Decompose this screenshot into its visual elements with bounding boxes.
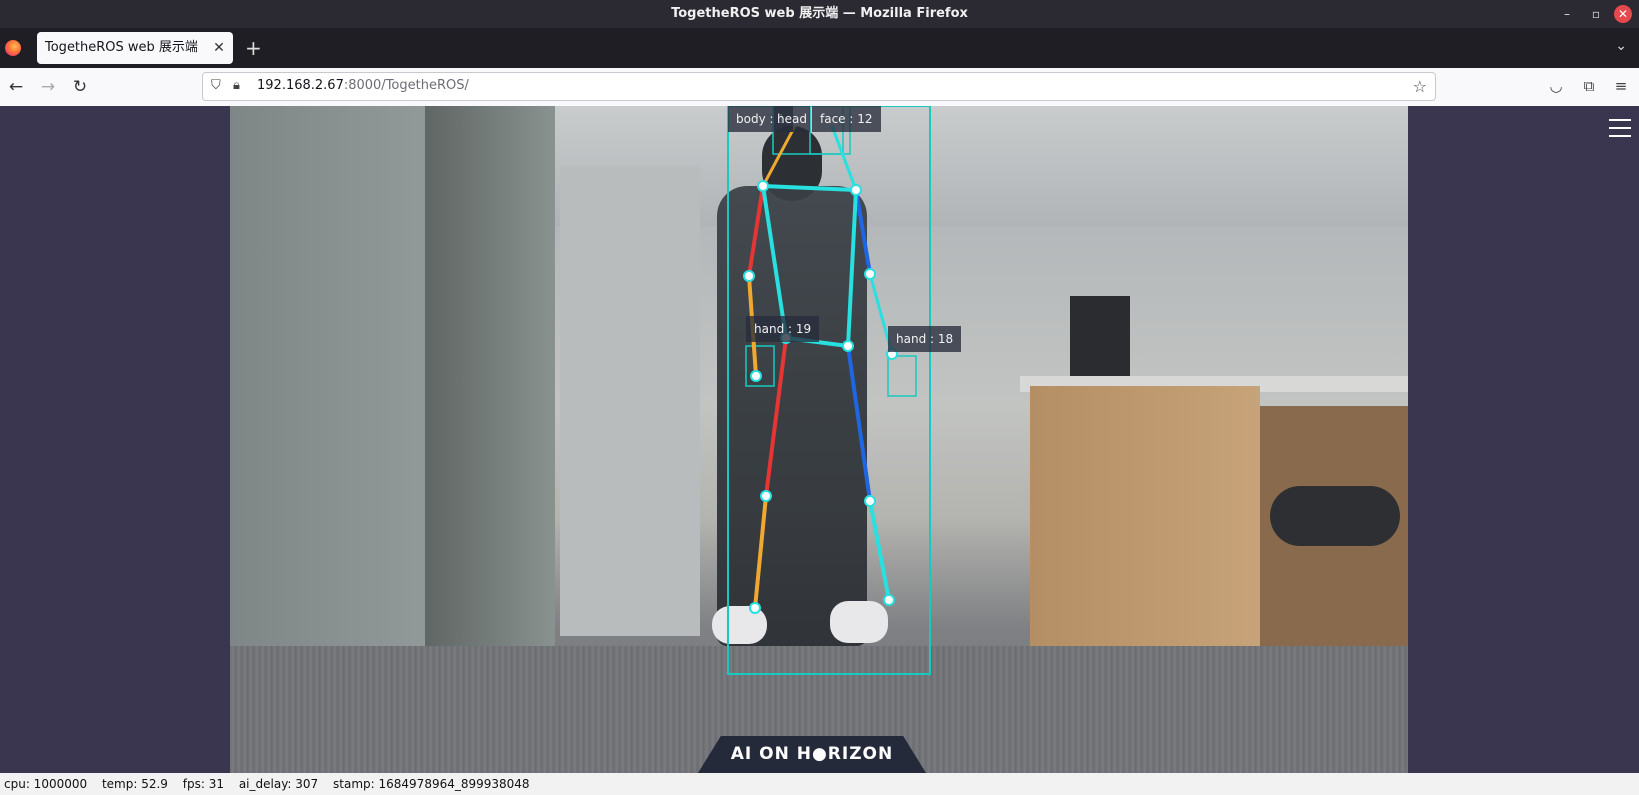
reload-button[interactable]: ↻ [69, 76, 91, 98]
hamburger-menu-icon[interactable] [1609, 119, 1631, 139]
kp-left-knee [760, 490, 772, 502]
ai-delay-status: ai_delay: 307 [238, 777, 319, 791]
camera-feed: body : 1 head face : 12 hand : 19 hand :… [230, 106, 1408, 773]
url-bar[interactable]: ⛉ 🔒︎ 192.168.2.67:8000/TogetheROS/ ☆ [202, 72, 1436, 101]
bookmark-star-icon[interactable]: ☆ [1413, 77, 1427, 96]
shoulder-line [762, 184, 857, 192]
tab-close-icon[interactable]: ✕ [211, 32, 227, 64]
kp-left-shoulder [757, 180, 769, 192]
horizon-logo: AI ON H●RIZON [698, 736, 926, 773]
neck-right-limb [830, 125, 858, 191]
keypoints [743, 180, 898, 614]
forward-button[interactable]: → [37, 76, 59, 98]
right-shin [868, 500, 891, 601]
kp-right-hip [842, 340, 854, 352]
restore-button[interactable]: ▫ [1587, 5, 1605, 23]
kp-left-wrist [750, 370, 762, 382]
firefox-icon [5, 40, 21, 56]
tab-title: TogetheROS web 展示端 [45, 40, 198, 55]
shield-icon[interactable]: ⛉ [211, 78, 221, 93]
url-path: :8000/TogetheROS/ [343, 78, 469, 93]
url-host: 192.168.2.67 [257, 78, 344, 93]
fps-status: fps: 31 [182, 777, 224, 791]
kp-left-elbow [743, 270, 755, 282]
cpu-status: cpu: 1000000 [4, 777, 88, 791]
right-thigh [846, 345, 872, 502]
neck-left-limb [761, 125, 797, 187]
kp-right-ankle [883, 594, 895, 606]
new-tab-button[interactable]: + [245, 36, 262, 60]
back-button[interactable]: ← [5, 76, 27, 98]
tab-bar: TogetheROS web 展示端 ✕ + ⌄ [0, 28, 1639, 68]
list-tabs-icon[interactable]: ⌄ [1615, 38, 1627, 54]
right-hand-label: hand : 18 [888, 326, 962, 352]
page-content: body : 1 head face : 12 hand : 19 hand :… [0, 106, 1639, 773]
left-shin [753, 495, 768, 609]
kp-right-elbow [864, 268, 876, 280]
window-title: TogetheROS web 展示端 — Mozilla Firefox [671, 6, 968, 21]
tab-togetheros[interactable]: TogetheROS web 展示端 ✕ [37, 32, 233, 64]
stamp-status: stamp: 1684978964_899938048 [333, 777, 530, 791]
url-text[interactable]: 192.168.2.67:8000/TogetheROS/ [257, 78, 469, 93]
nav-toolbar: ← → ↻ ⛉ 🔒︎ 192.168.2.67:8000/TogetheROS/… [0, 68, 1639, 107]
head-label: head [774, 106, 810, 132]
right-upper-arm [854, 189, 872, 275]
minimize-button[interactable]: – [1558, 5, 1576, 23]
kp-left-ankle [749, 602, 761, 614]
temp-status: temp: 52.9 [101, 777, 168, 791]
close-window-button[interactable]: ✕ [1614, 5, 1632, 23]
status-bar: cpu: 1000000 temp: 52.9 fps: 31 ai_delay… [0, 773, 1639, 795]
left-upper-arm [747, 185, 765, 277]
lock-icon[interactable]: 🔒︎ [233, 78, 240, 93]
right-torso [846, 189, 858, 347]
kp-right-shoulder [850, 184, 862, 196]
kp-right-knee [864, 495, 876, 507]
extensions-icon[interactable]: ⧉ [1578, 77, 1600, 95]
face-label: face : 12 [812, 106, 881, 132]
app-menu-icon[interactable]: ≡ [1610, 77, 1632, 95]
right-hand-bbox [887, 355, 917, 397]
detection-overlay [727, 106, 931, 675]
pocket-icon[interactable]: ◡ [1545, 77, 1567, 95]
left-thigh [764, 337, 788, 497]
window-titlebar: TogetheROS web 展示端 — Mozilla Firefox – ▫… [0, 0, 1639, 28]
left-hand-label: hand : 19 [746, 316, 820, 342]
